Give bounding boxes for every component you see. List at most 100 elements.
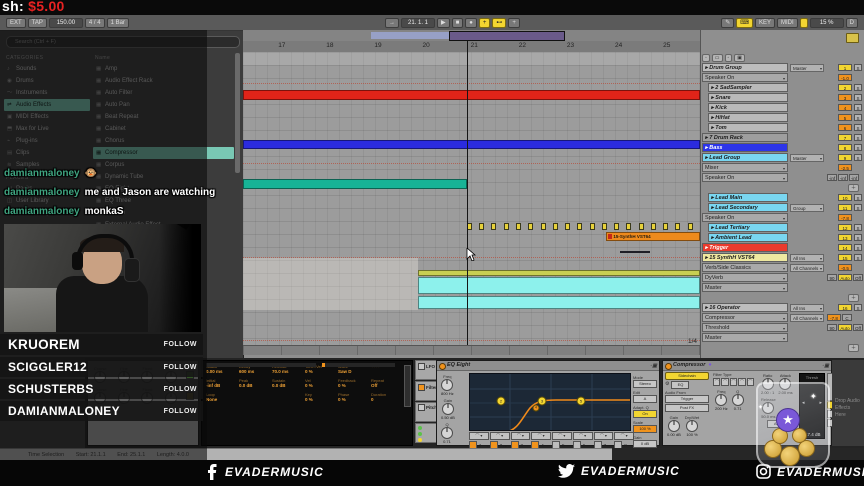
track-row[interactable]: ▸ Kick 4S	[702, 103, 864, 112]
transport-toggle[interactable]: +	[479, 18, 491, 28]
track-row[interactable]: ▸ 7 Drum Rack 7S	[702, 133, 864, 142]
panel-view-icon[interactable]: ▣	[734, 54, 745, 62]
add-automation-lane-button[interactable]: ＋	[848, 184, 859, 192]
solo-button[interactable]: S	[854, 114, 862, 121]
band-filter-type-chooser[interactable]: ⌒ ▾	[531, 432, 551, 440]
value-box[interactable]: Auto	[838, 274, 852, 281]
solo-button[interactable]: S	[854, 124, 862, 131]
track-row[interactable]: Speaker On▾ -inf-inf-inf	[702, 173, 864, 182]
track-row[interactable]: Compressor▾All Channels▾-7.8C	[702, 313, 864, 322]
arrangement-clip[interactable]	[243, 90, 700, 100]
eq-filter-node[interactable]: 4	[533, 405, 540, 412]
eq-mode-control[interactable]: Stereo	[633, 380, 657, 388]
midi-map-button[interactable]: MIDI	[777, 18, 798, 28]
operator-param[interactable]	[239, 392, 272, 403]
trigger-clip[interactable]	[626, 223, 631, 230]
routing-chooser[interactable]: All Channels▾	[790, 264, 824, 272]
solo-button[interactable]: S	[854, 84, 862, 91]
track-number-badge[interactable]: 4	[838, 104, 852, 111]
track-row[interactable]: Master▾	[702, 283, 864, 292]
operator-param[interactable]: RepeatOff	[371, 378, 404, 389]
add-automation-lane-button[interactable]: ＋	[848, 294, 859, 302]
operator-param[interactable]: LoopNone	[206, 392, 239, 403]
transport-control-1bar[interactable]: 1 Bar	[107, 18, 129, 28]
freq-knob[interactable]	[441, 379, 453, 391]
track-number-badge[interactable]: 9	[838, 154, 852, 161]
device-power-icon[interactable]	[439, 363, 446, 370]
sidechain-drywet-knob[interactable]	[686, 420, 698, 432]
transport-control-15000[interactable]: 150.00	[49, 18, 83, 28]
track-row[interactable]: ▸ Tom 6S	[702, 123, 864, 132]
trigger-clip[interactable]	[590, 223, 595, 230]
track-row[interactable]: Speaker On▾ -1.0	[702, 73, 864, 82]
solo-button[interactable]: S	[854, 154, 862, 161]
track-name[interactable]: ▸ Lead Secondary	[708, 203, 788, 212]
track-number-badge[interactable]: 6	[838, 124, 852, 131]
solo-button[interactable]: S	[854, 134, 862, 141]
track-row[interactable]: ▸ Bass 8S	[702, 143, 864, 152]
band-filter-type-chooser[interactable]: ⌒ ▾	[511, 432, 531, 440]
solo-button[interactable]: S	[854, 254, 862, 261]
trigger-clip[interactable]	[479, 223, 484, 230]
filter-shape-button[interactable]: ⌒	[721, 378, 728, 386]
trigger-clip[interactable]	[516, 223, 521, 230]
track-lanes[interactable]: 15-SynthH VST64	[243, 52, 700, 345]
trigger-clip[interactable]	[504, 223, 509, 230]
track-row[interactable]: ◦▭◦▣	[702, 54, 864, 62]
track-number-badge[interactable]: 5	[838, 114, 852, 121]
trigger-clip[interactable]	[675, 223, 680, 230]
solo-button[interactable]: S	[854, 144, 862, 151]
track-name[interactable]: ▸ HiHat	[708, 113, 788, 122]
track-number-badge[interactable]: 13	[838, 234, 852, 241]
track-row[interactable]: Verb/Side Classics▾All Channels▾-0.5	[702, 263, 864, 272]
device-chooser[interactable]: Speaker On▾	[702, 213, 788, 222]
arrangement-clip[interactable]	[620, 251, 650, 253]
trigger-clip[interactable]	[577, 223, 582, 230]
browser-scrollbar[interactable]	[235, 53, 240, 173]
trigger-clip[interactable]	[565, 223, 570, 230]
eq-scale-control[interactable]: 100 %	[633, 425, 657, 433]
track-name[interactable]: ▸ Ambient Lead	[708, 233, 788, 242]
follow-button[interactable]: →	[385, 18, 399, 28]
routing-chooser[interactable]: All Ins▾	[790, 304, 824, 312]
track-name[interactable]: ▸ 7 Drum Rack	[702, 133, 788, 142]
solo-button[interactable]: S	[854, 304, 862, 311]
panel-view-icon[interactable]: ◦	[725, 54, 733, 62]
draw-mode-button[interactable]: ✎	[721, 18, 734, 28]
transport-toggle[interactable]: ⊷	[492, 18, 506, 28]
operator-param[interactable]: Initial-inf dB	[206, 378, 239, 389]
section-enable-checkbox[interactable]	[418, 384, 425, 391]
trigger-clip[interactable]	[491, 223, 496, 230]
operator-param[interactable]: Vel0 %	[305, 378, 338, 389]
panel-view-icon[interactable]: ▭	[712, 54, 723, 62]
track-name[interactable]: ▸ 16 Operator	[702, 303, 788, 312]
transport-control-ext[interactable]: EXT	[6, 18, 26, 28]
arrangement-clip[interactable]	[418, 296, 700, 309]
routing-chooser[interactable]: Group▾	[790, 204, 824, 212]
value-box[interactable]: Auto	[838, 324, 852, 331]
solo-button[interactable]: S	[854, 94, 862, 101]
arrangement-clip[interactable]	[418, 277, 700, 294]
arrangement-clip[interactable]	[243, 179, 467, 189]
band-filter-type-chooser[interactable]: ⌒ ▾	[573, 432, 593, 440]
device-header-icons[interactable]: ◦▣	[651, 362, 658, 371]
filter-shape-button[interactable]: ⌒	[713, 378, 720, 386]
track-row[interactable]: ▸ 15 SynthH VST64All Ins▾15S	[702, 253, 864, 262]
filter-q-knob[interactable]	[732, 394, 744, 406]
filter-freq-knob[interactable]	[715, 394, 727, 406]
key-map-button[interactable]: KEY	[755, 18, 775, 28]
eq-gain-control[interactable]: 0 dB	[633, 440, 657, 448]
routing-chooser[interactable]: All Channels▾	[790, 314, 824, 322]
chat-username[interactable]: damianmaloney	[4, 168, 80, 179]
value-box[interactable]: -inf	[838, 174, 848, 181]
solo-button[interactable]: S	[854, 64, 862, 71]
value-box[interactable]: -7.8	[827, 314, 841, 321]
eq-edit-control[interactable]: A	[633, 395, 657, 403]
routing-chooser[interactable]: All Ins▾	[790, 254, 824, 262]
compressor-title[interactable]: Compressor●◦▣	[663, 361, 831, 371]
operator-param[interactable]: Duration0	[371, 392, 404, 403]
eq-adaptq-control[interactable]: On	[633, 410, 657, 418]
device-chooser[interactable]: Speaker On▾	[702, 73, 788, 82]
band-filter-type-chooser[interactable]: ⌒ ▾	[469, 432, 489, 440]
track-name[interactable]: ▸ Lead Main	[708, 193, 788, 202]
